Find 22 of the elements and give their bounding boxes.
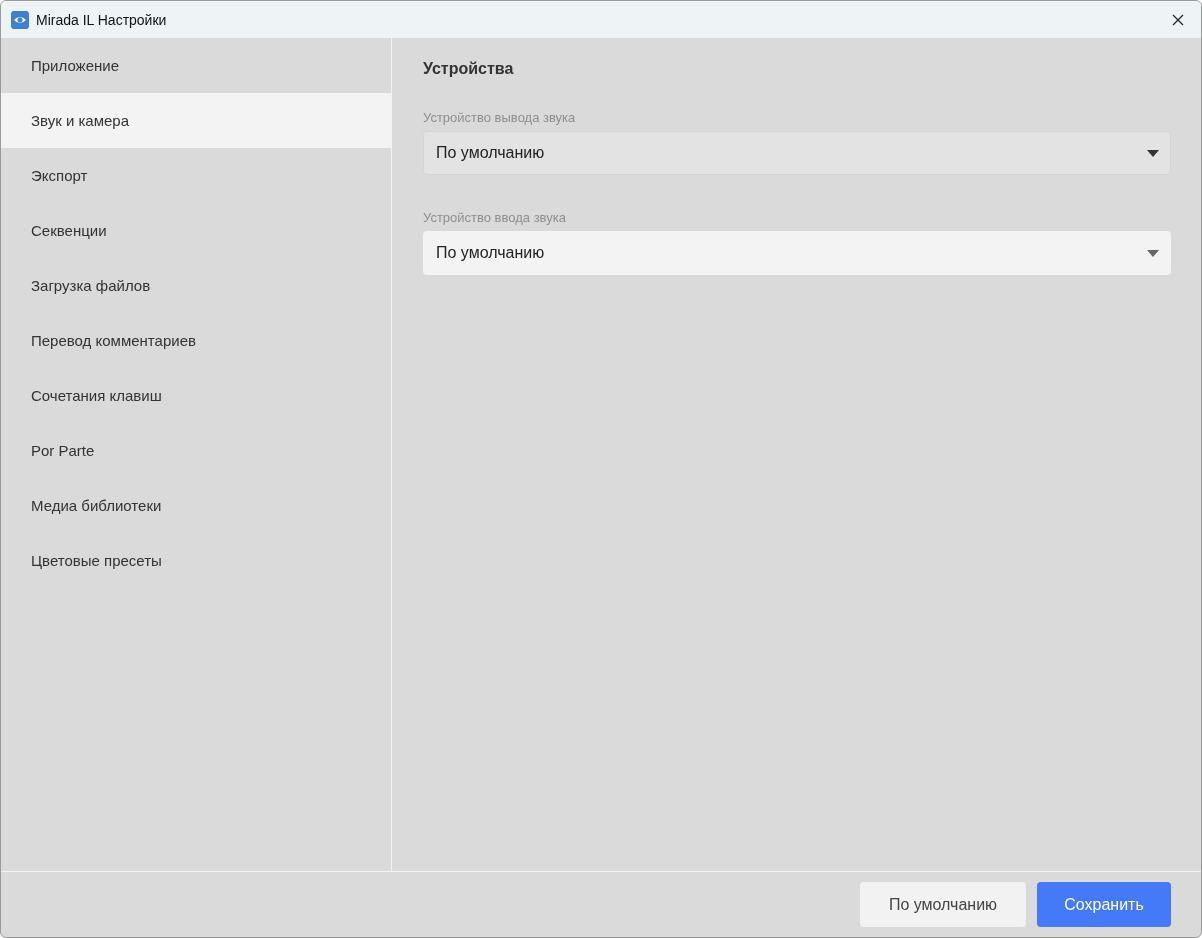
- field-label: Устройство ввода звука: [423, 210, 567, 225]
- sidebar-item[interactable]: Секвенции: [1, 203, 391, 258]
- caret-icon: [1147, 149, 1159, 157]
- close-icon: [1172, 13, 1184, 26]
- sidebar-item[interactable]: Медиа библиотеки: [1, 478, 391, 533]
- sidebar-item[interactable]: Звук и камера: [1, 93, 391, 148]
- caret-icon: [1147, 249, 1159, 257]
- app-icon: [11, 10, 29, 29]
- sidebar-item[interactable]: Приложение: [1, 38, 391, 93]
- sidebar-item[interactable]: Por Parte: [1, 423, 391, 478]
- sidebar-item[interactable]: Загрузка файлов: [1, 258, 391, 313]
- dropdown[interactable]: По умолчанию: [423, 231, 1171, 275]
- save-button[interactable]: Сохранить: [1037, 882, 1171, 927]
- dropdown[interactable]: По умолчанию: [423, 131, 1171, 175]
- window-title: Mirada IL Настройки: [36, 11, 168, 28]
- sidebar-item[interactable]: Цветовые пресеты: [1, 533, 391, 588]
- default-button[interactable]: По умолчанию: [860, 882, 1026, 927]
- section-title: Устройства: [423, 60, 515, 78]
- sidebar-item[interactable]: Сочетания клавиш: [1, 368, 391, 423]
- sidebar-item[interactable]: Перевод комментариев: [1, 313, 391, 368]
- sidebar-item[interactable]: Экспорт: [1, 148, 391, 203]
- field-label: Устройство вывода звука: [423, 110, 577, 125]
